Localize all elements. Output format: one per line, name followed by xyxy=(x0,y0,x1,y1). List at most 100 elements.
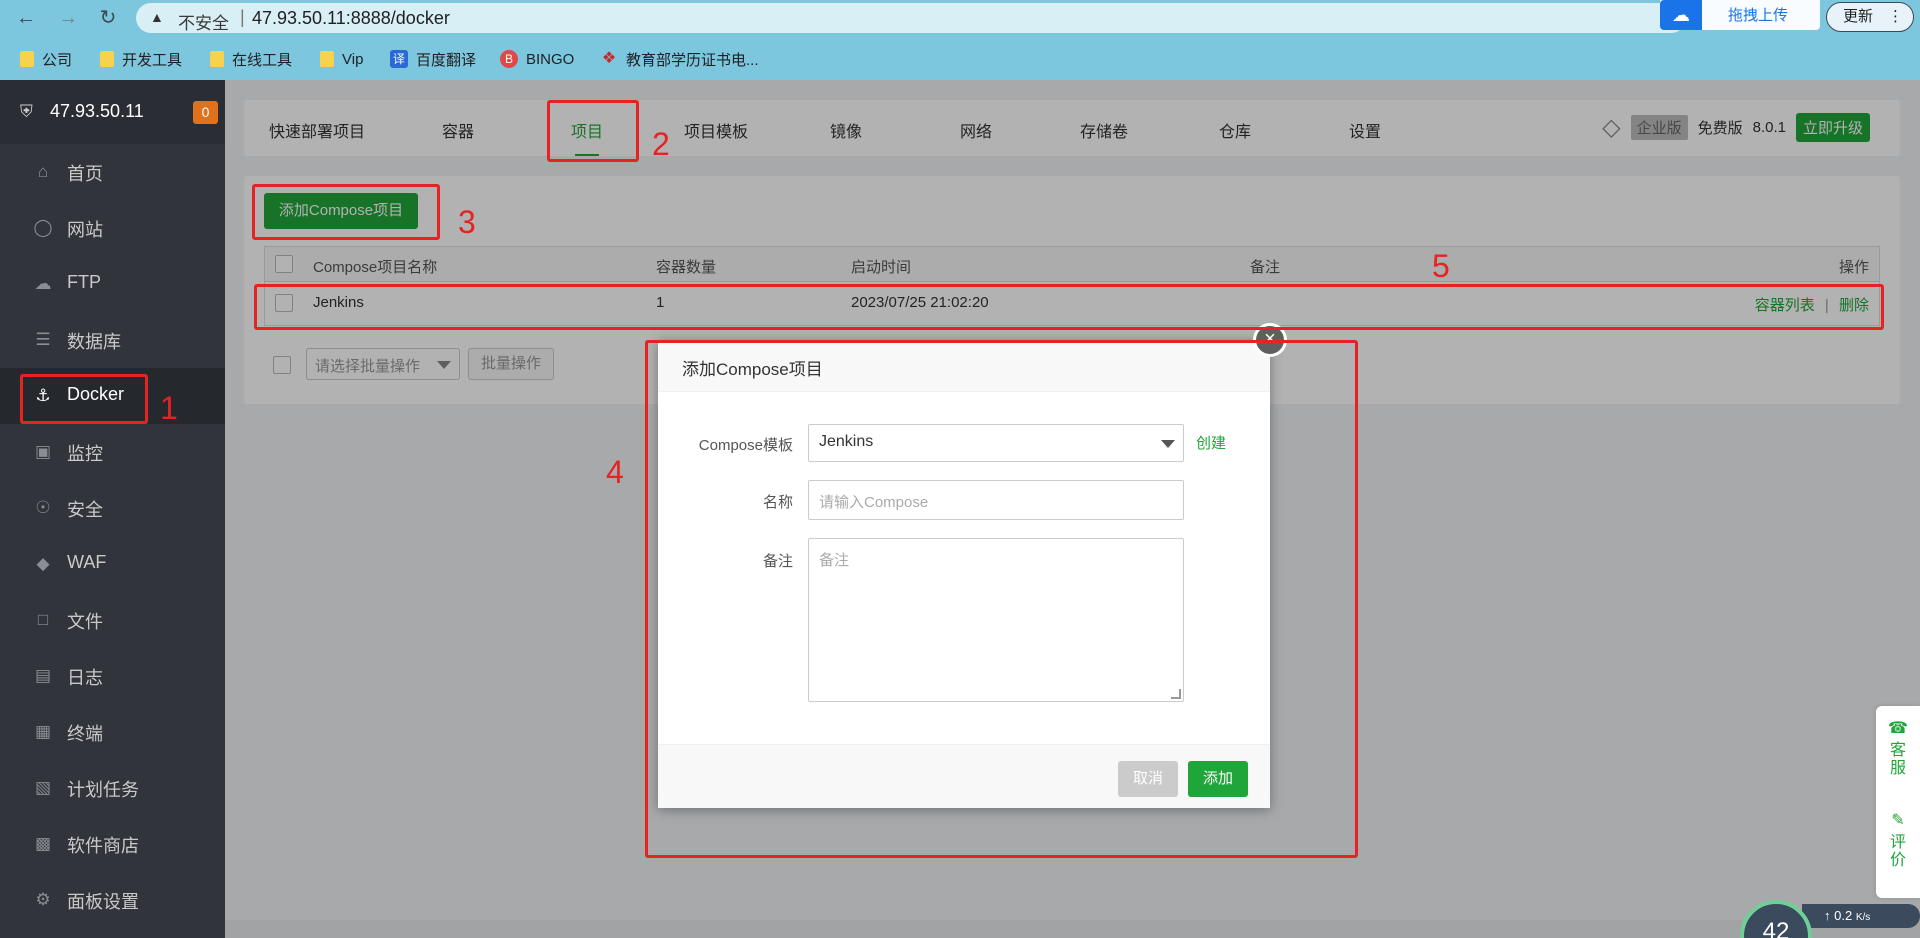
sidebar-item-label: 软件商店 xyxy=(67,836,139,856)
globe-icon: ◯ xyxy=(33,218,53,237)
warning-icon: ▲ xyxy=(150,9,164,25)
network-speed-widget[interactable]: ↑ 0.2 K/s 42 xyxy=(1740,900,1920,938)
insecure-label: 不安全 xyxy=(178,14,229,33)
home-icon: ⌂ xyxy=(37,162,49,181)
sidebar-item-terminal[interactable]: ▦ 终端 xyxy=(0,704,225,760)
folder-icon xyxy=(100,51,114,67)
sidebar-item-waf[interactable]: ◆ WAF xyxy=(0,536,225,592)
sidebar: ⛨ 47.93.50.11 0 ⌂ 首页 ◯ 网站 ☁ FTP ☰ 数据库 ⚓ Docke… xyxy=(0,80,225,938)
speed-unit: K/s xyxy=(1855,912,1871,923)
sidebar-item-settings[interactable]: ⚙ 面板设置 xyxy=(0,872,225,928)
sidebar-item-logs[interactable]: ▤ 日志 xyxy=(0,648,225,704)
server-ip: 47.93.50.11 xyxy=(50,101,144,121)
sidebar-item-label: 文件 xyxy=(67,612,103,632)
sidebar-item-label: 数据库 xyxy=(67,332,121,352)
speed-value: 0.2 xyxy=(1834,908,1853,923)
bookmark-label: 教育部学历证书电... xyxy=(626,51,759,69)
sidebar-item-home[interactable]: ⌂ 首页 xyxy=(0,144,225,200)
cloud-icon: ☁ xyxy=(1660,0,1702,30)
update-label: 更新 xyxy=(1843,8,1874,25)
address-separator: | xyxy=(240,7,245,27)
sidebar-item-security[interactable]: ☉ 安全 xyxy=(0,480,225,536)
bookmark-label: 公司 xyxy=(42,51,73,69)
bookmark-label: BINGO xyxy=(526,50,575,68)
address-bar[interactable]: ▲ 不安全 | 47.93.50.11:8888/docker ↗ xyxy=(136,3,1686,33)
notification-badge[interactable]: 0 xyxy=(193,101,218,124)
speed-rate: ↑ 0.2 K/s xyxy=(1802,904,1920,928)
sidebar-item-store[interactable]: ▩ 软件商店 xyxy=(0,816,225,872)
settings-icon: ⚙ xyxy=(35,890,51,909)
monitor-icon: ▣ xyxy=(34,442,52,461)
ftp-icon: ☁ xyxy=(34,274,52,293)
annotation-number: 2 xyxy=(652,126,670,162)
sidebar-item-label: 首页 xyxy=(67,164,103,184)
calendar-icon: ▧ xyxy=(34,778,52,797)
waf-icon: ◆ xyxy=(36,554,50,573)
bingo-icon: B xyxy=(500,50,518,68)
sidebar-item-label: FTP xyxy=(67,272,101,292)
sidebar-item-label: 终端 xyxy=(67,724,103,744)
folder-icon: □ xyxy=(37,610,49,629)
back-icon[interactable]: ← xyxy=(12,4,40,32)
terminal-icon: ▦ xyxy=(34,722,52,741)
sidebar-item-files[interactable]: □ 文件 xyxy=(0,592,225,648)
sidebar-item-label: WAF xyxy=(67,552,107,572)
folder-icon xyxy=(210,51,224,67)
sidebar-item-label: 日志 xyxy=(67,668,103,688)
annotation-number: 4 xyxy=(606,454,624,490)
url-text[interactable]: 47.93.50.11:8888/docker xyxy=(252,8,450,29)
bookmark-label: 开发工具 xyxy=(122,51,183,69)
sidebar-item-database[interactable]: ☰ 数据库 xyxy=(0,312,225,368)
review-button[interactable]: ✎ 评价 xyxy=(1876,812,1920,870)
folder-icon xyxy=(20,51,34,67)
bookmark-folder[interactable]: 公司 xyxy=(20,48,72,70)
database-icon: ☰ xyxy=(35,330,51,349)
sidebar-item-website[interactable]: ◯ 网站 xyxy=(0,200,225,256)
annotation-box-docker xyxy=(20,374,148,424)
annotation-number: 3 xyxy=(458,204,476,240)
sidebar-item-label: 面板设置 xyxy=(67,892,139,912)
bookmark-label: 在线工具 xyxy=(232,51,293,69)
customer-service-button[interactable]: ☎ 客服 xyxy=(1876,720,1920,778)
bookmark-label: Vip xyxy=(342,50,364,68)
annotation-box-row xyxy=(254,284,1884,330)
annotation-box-projects-tab xyxy=(547,100,639,162)
annotation-number: 5 xyxy=(1432,248,1450,284)
service-label: 客服 xyxy=(1889,742,1906,777)
cloud-upload-extension[interactable]: ☁ 拖拽上传 xyxy=(1660,0,1820,30)
server-header[interactable]: ⛨ 47.93.50.11 0 xyxy=(0,80,225,144)
bookmark-folder[interactable]: Vip xyxy=(320,48,363,70)
review-label: 评价 xyxy=(1889,834,1906,869)
reload-icon[interactable]: ↻ xyxy=(94,4,122,32)
sidebar-item-label: 监控 xyxy=(67,444,103,464)
sidebar-item-monitor[interactable]: ▣ 监控 xyxy=(0,424,225,480)
bookmark-link[interactable]: 译百度翻译 xyxy=(390,48,476,70)
browser-toolbar: ← → ↻ ▲ 不安全 | 47.93.50.11:8888/docker ↗ … xyxy=(0,0,1920,36)
bookmark-folder[interactable]: 在线工具 xyxy=(210,48,292,70)
sidebar-item-ftp[interactable]: ☁ FTP xyxy=(0,256,225,312)
education-icon: ❖ xyxy=(601,50,617,67)
sidebar-item-label: 网站 xyxy=(67,220,103,240)
folder-icon xyxy=(320,51,334,67)
annotation-box-dialog xyxy=(645,340,1358,858)
update-button[interactable]: 更新 ⋮ xyxy=(1826,2,1914,32)
bookmark-link[interactable]: B BINGO xyxy=(500,48,574,70)
annotation-box-add-button xyxy=(252,184,440,240)
shield-icon: ☉ xyxy=(35,498,51,517)
bookmarks-bar: 公司 开发工具 在线工具 Vip 译百度翻译 B BINGO ❖ 教育部学历证书电.… xyxy=(0,36,1920,80)
floating-support-widget: ☎ 客服 ✎ 评价 xyxy=(1876,706,1920,898)
extension-label: 拖拽上传 xyxy=(1728,7,1789,24)
forward-icon[interactable]: → xyxy=(54,4,82,32)
log-icon: ▤ xyxy=(34,666,52,685)
headset-icon: ☎ xyxy=(1888,720,1908,737)
more-icon: ⋮ xyxy=(1888,8,1903,25)
apps-icon: ▩ xyxy=(34,834,52,853)
sidebar-item-cron[interactable]: ▧ 计划任务 xyxy=(0,760,225,816)
translate-icon: 译 xyxy=(390,50,408,68)
bookmark-label: 百度翻译 xyxy=(416,51,477,69)
bookmark-folder[interactable]: 开发工具 xyxy=(100,48,182,70)
bookmark-link[interactable]: ❖ 教育部学历证书电... xyxy=(600,48,759,70)
edit-icon: ✎ xyxy=(1891,812,1905,829)
annotation-number: 1 xyxy=(160,390,178,426)
server-icon: ⛨ xyxy=(20,102,33,121)
